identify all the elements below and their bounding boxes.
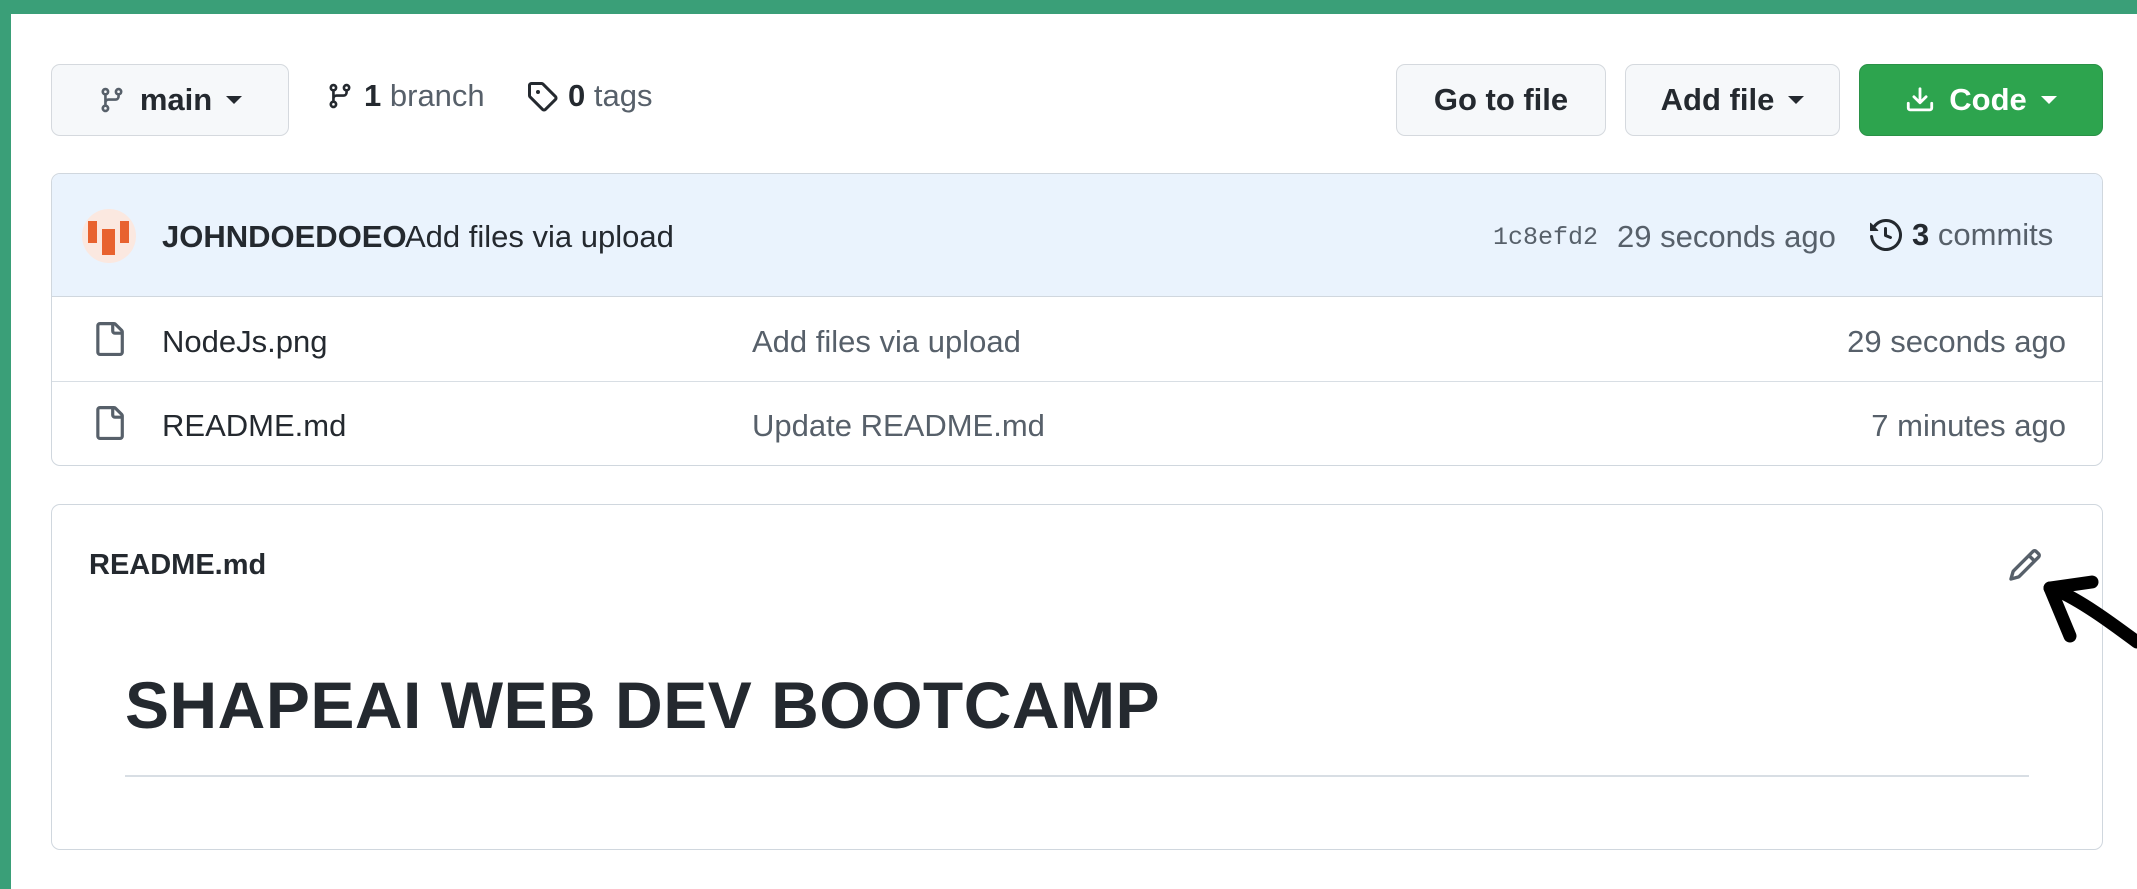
frame-border-left xyxy=(0,0,11,889)
commit-time: 29 seconds ago xyxy=(1617,219,1836,254)
tag-label: tags xyxy=(593,78,653,113)
add-file-label: Add file xyxy=(1660,82,1775,117)
branches-link[interactable]: 1 branch xyxy=(326,78,485,114)
commit-message[interactable]: Add files via upload xyxy=(405,219,674,255)
commit-sha[interactable]: 1c8efd2 xyxy=(1493,223,1598,252)
heading-divider xyxy=(125,775,2029,777)
file-icon xyxy=(96,406,124,440)
readme-heading: SHAPEAI WEB DEV BOOTCAMP xyxy=(125,668,1161,742)
latest-commit-bar: JOHNDOEDOEO Add files via upload 1c8efd2… xyxy=(52,174,2102,297)
avatar-image xyxy=(88,221,129,255)
tags-link[interactable]: 0 tags xyxy=(526,78,652,114)
add-file-button[interactable]: Add file xyxy=(1625,64,1840,136)
branch-name: main xyxy=(139,82,213,117)
file-age: 29 seconds ago xyxy=(1847,324,2066,359)
chevron-down-icon xyxy=(1788,96,1805,104)
branch-count: 1 xyxy=(364,78,382,113)
file-age: 7 minutes ago xyxy=(1871,408,2066,443)
history-icon xyxy=(1870,219,1902,251)
readme-panel: README.md SHAPEAI WEB DEV BOOTCAMP xyxy=(51,504,2103,850)
branch-label: branch xyxy=(389,78,485,113)
commit-count: 3 xyxy=(1912,217,1930,252)
avatar[interactable] xyxy=(82,209,136,263)
arrow-annotation xyxy=(2043,575,2137,649)
commit-label: commits xyxy=(1937,217,2054,252)
go-to-file-button[interactable]: Go to file xyxy=(1396,64,1606,136)
file-name[interactable]: README.md xyxy=(162,408,346,444)
chevron-down-icon xyxy=(226,96,243,104)
pencil-icon[interactable] xyxy=(2007,547,2043,583)
file-commit-message[interactable]: Update README.md xyxy=(752,408,1045,444)
readme-filename: README.md xyxy=(89,549,267,581)
table-row[interactable]: README.md Update README.md 7 minutes ago xyxy=(52,382,2102,465)
frame-border-top xyxy=(0,0,2137,14)
download-icon xyxy=(1907,87,1934,112)
tag-icon xyxy=(528,82,558,112)
git-branch-icon xyxy=(329,83,351,109)
code-button[interactable]: Code xyxy=(1859,64,2103,136)
file-name[interactable]: NodeJs.png xyxy=(162,324,327,360)
tag-count: 0 xyxy=(568,78,586,113)
chevron-down-icon xyxy=(2040,96,2057,104)
file-commit-message[interactable]: Add files via upload xyxy=(752,324,1021,360)
table-row[interactable]: NodeJs.png Add files via upload 29 secon… xyxy=(52,298,2102,382)
go-to-file-label: Go to file xyxy=(1433,82,1569,117)
file-listing: JOHNDOEDOEO Add files via upload 1c8efd2… xyxy=(51,173,2103,466)
commits-link[interactable]: 3 commits xyxy=(1870,217,2053,253)
code-label: Code xyxy=(1949,82,2027,117)
file-icon xyxy=(96,322,124,356)
git-branch-icon xyxy=(101,87,123,113)
branch-select-button[interactable]: main xyxy=(51,64,289,136)
commit-author[interactable]: JOHNDOEDOEO xyxy=(162,219,407,255)
